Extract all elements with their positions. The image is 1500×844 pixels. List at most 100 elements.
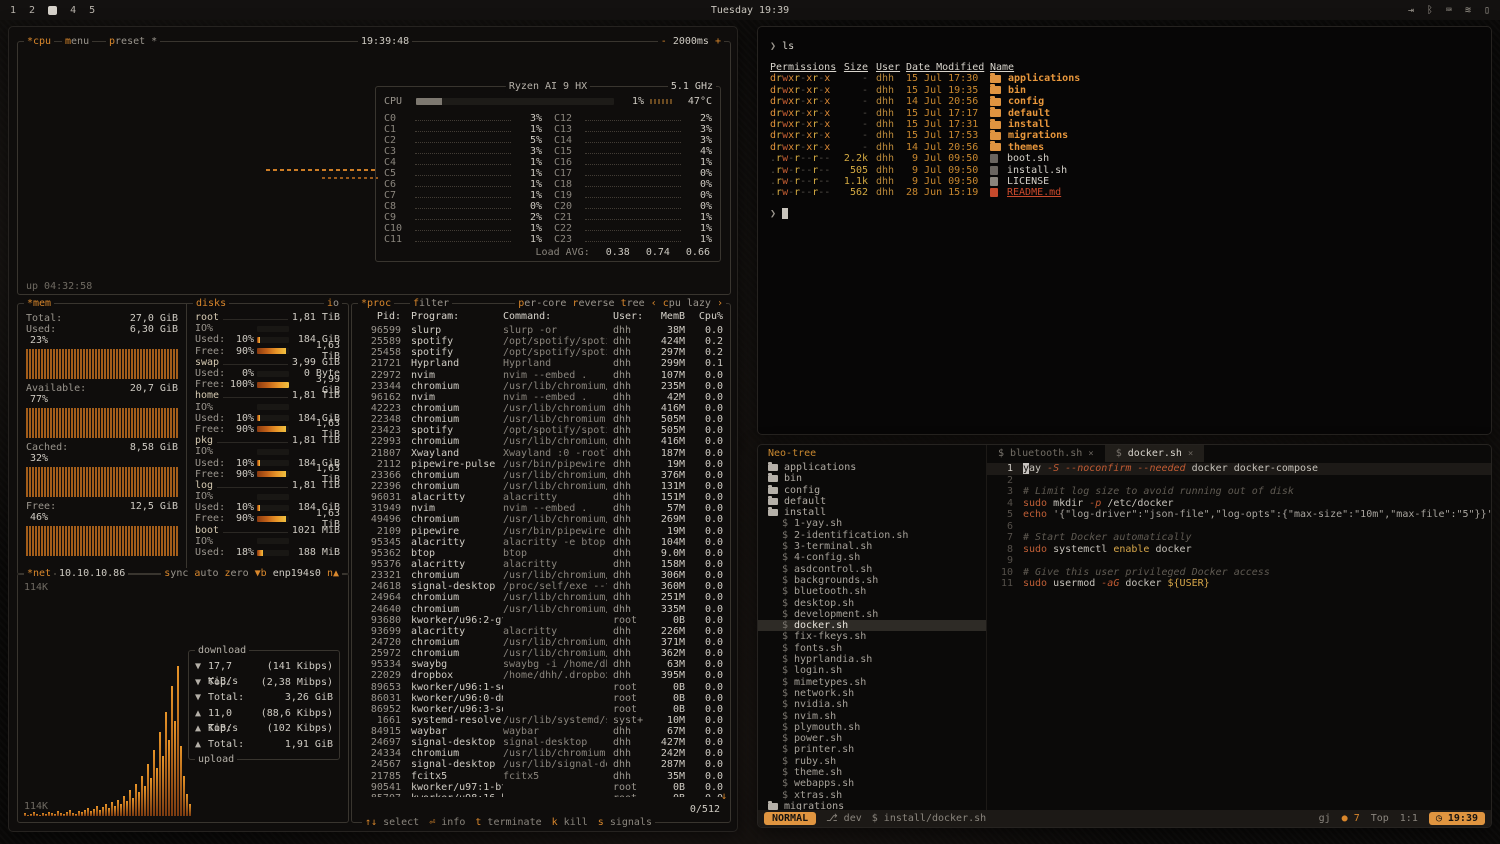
process-row[interactable]: 96162nvimnvim --embed .dhh42M0.0 [361, 392, 721, 403]
tab-close-icon[interactable]: × [1088, 449, 1093, 459]
neotree-file-asdcontrol.sh[interactable]: $asdcontrol.sh [758, 564, 986, 575]
neotree-file-plymouth.sh[interactable]: $plymouth.sh [758, 722, 986, 733]
process-row[interactable]: 95334swaybgswaybg -i /home/dhdhh63M0.0 [361, 659, 721, 670]
code-line[interactable]: 7# Start Docker automatically [987, 532, 1491, 544]
process-row[interactable]: 86952kworker/u96:3-sdroot0B0.0 [361, 704, 721, 715]
process-row[interactable]: 90541kworker/u97:1-btroot0B0.0 [361, 782, 721, 793]
process-row[interactable]: 31949nvimnvim --embed .dhh57M0.0 [361, 503, 721, 514]
proc-signals-button[interactable]: s signals [598, 817, 652, 828]
process-row[interactable]: 23366chromium/usr/lib/chromium/dhh376M0.… [361, 470, 721, 481]
neotree-file-webapps.sh[interactable]: $webapps.sh [758, 778, 986, 789]
process-row[interactable]: 25589spotify/opt/spotify/spotidhh424M0.2 [361, 336, 721, 347]
proc-col-Command[interactable]: Command: [503, 311, 607, 323]
neotree-file-fix-fkeys.sh[interactable]: $fix-fkeys.sh [758, 631, 986, 642]
neotree-file-xtras.sh[interactable]: $xtras.sh [758, 790, 986, 801]
workspace-2[interactable]: 2 [29, 5, 35, 16]
proc-col-MemB[interactable]: MemB [647, 311, 685, 323]
process-row[interactable]: 21785fcitx5fcitx5dhh35M0.0 [361, 771, 721, 782]
neovim-window[interactable]: Neo-tree applicationsbinconfigdefaultins… [757, 444, 1492, 828]
process-row[interactable]: 93680kworker/u96:2-gfroot0B0.0 [361, 615, 721, 626]
code-buffer[interactable]: 1yay -S --noconfirm --needed docker dock… [987, 462, 1491, 810]
process-row[interactable]: 2109pipewire/usr/bin/pipewiredhh19M0.0 [361, 526, 721, 537]
workspace-5[interactable]: 5 [89, 5, 95, 16]
process-row[interactable]: 95362btopbtopdhh9.0M0.0 [361, 548, 721, 559]
code-line[interactable]: 9 [987, 555, 1491, 567]
iface-prev-key[interactable]: b [261, 568, 267, 579]
process-row[interactable]: 85707kworker/u98:16-broot0B0.0 [361, 793, 721, 797]
process-row[interactable]: 25972chromium/usr/lib/chromium/dhh362M0.… [361, 648, 721, 659]
process-row[interactable]: 24334chromium/usr/lib/chromiumdhh242M0.0 [361, 748, 721, 759]
process-row[interactable]: 22396chromium/usr/lib/chromium/dhh131M0.… [361, 481, 721, 492]
neotree-file-backgrounds.sh[interactable]: $backgrounds.sh [758, 575, 986, 586]
neotree-folder-install[interactable]: install [758, 507, 986, 518]
process-row[interactable]: 24720chromium/usr/lib/chromium/dhh371M0.… [361, 637, 721, 648]
proc-option-tree[interactable]: tree [621, 298, 645, 309]
workspace-active[interactable] [48, 6, 57, 15]
workspace-4[interactable]: 4 [70, 5, 76, 16]
proc-col-Program[interactable]: Program: [401, 311, 503, 323]
process-row[interactable]: 86031kworker/u96:0-dmroot0B0.0 [361, 693, 721, 704]
proc-option-per-core[interactable]: per-core [518, 298, 566, 309]
process-row[interactable]: 49496chromium/usr/lib/chromium/dhh269M0.… [361, 514, 721, 525]
neotree-file-power.sh[interactable]: $power.sh [758, 733, 986, 744]
code-line[interactable]: 6 [987, 521, 1491, 533]
process-row[interactable]: 89653kworker/u96:1-sdroot0B0.0 [361, 682, 721, 693]
process-row[interactable]: 23344chromium/usr/lib/chromium/dhh235M0.… [361, 381, 721, 392]
neotree-folder-config[interactable]: config [758, 485, 986, 496]
code-line[interactable]: 2 [987, 475, 1491, 487]
process-row[interactable]: 23423spotify/opt/spotify/spotidhh505M0.0 [361, 425, 721, 436]
neotree-file-login.sh[interactable]: $login.sh [758, 665, 986, 676]
neotree-file-printer.sh[interactable]: $printer.sh [758, 744, 986, 755]
process-row[interactable]: 21807XwaylandXwayland :0 -rootldhh187M0.… [361, 448, 721, 459]
process-row[interactable]: 95345alacrittyalacritty -e btopdhh104M0.… [361, 537, 721, 548]
btop-preset-button[interactable]: preset * [106, 36, 160, 47]
code-line[interactable]: 1yay -S --noconfirm --needed docker dock… [987, 463, 1491, 475]
process-row[interactable]: 22029dropbox/home/dhh/.dropboxdhh395M0.0 [361, 670, 721, 681]
interval-plus-button[interactable]: + [715, 36, 721, 47]
tab-docker.sh[interactable]: $docker.sh× [1105, 445, 1205, 462]
proc-terminate-button[interactable]: t terminate [475, 817, 541, 828]
process-row[interactable]: 93699alacrittyalacrittydhh226M0.0 [361, 626, 721, 637]
proc-sort-field[interactable]: cpu lazy [657, 298, 717, 309]
interval-minus-button[interactable]: - [661, 36, 667, 47]
code-line[interactable]: 5echo '{"log-driver":"json-file","log-op… [987, 509, 1491, 521]
code-line[interactable]: 8sudo systemctl enable docker [987, 544, 1491, 556]
neotree-file-4-config.sh[interactable]: $4-config.sh [758, 552, 986, 563]
process-row[interactable]: 95376alacrittyalacrittydhh158M0.0 [361, 559, 721, 570]
process-row[interactable]: 42223chromium/usr/lib/chromium .dhh416M0… [361, 403, 721, 414]
keyboard-icon[interactable]: ⌨ [1446, 5, 1452, 16]
logout-icon[interactable]: ⇥ [1408, 5, 1414, 16]
neotree-folder-bin[interactable]: bin [758, 473, 986, 484]
neotree-file-hyprlandia.sh[interactable]: $hyprlandia.sh [758, 654, 986, 665]
process-row[interactable]: 24640chromium/usr/lib/chromium/dhh335M0.… [361, 604, 721, 615]
process-row[interactable]: 22348chromium/usr/lib/chromium .dhh505M0… [361, 414, 721, 425]
terminal-window[interactable]: ❯ ls PermissionsSizeUserDate ModifiedNam… [757, 26, 1492, 435]
process-row[interactable]: 22993chromium/usr/lib/chromium/dhh416M0.… [361, 436, 721, 447]
neotree-file-network.sh[interactable]: $network.sh [758, 688, 986, 699]
process-row[interactable]: 24618signal-desktop/proc/self/exe --tdhh… [361, 581, 721, 592]
scroll-down-icon[interactable]: ↓ [721, 791, 727, 802]
process-row[interactable]: 84915waybarwaybardhh67M0.0 [361, 726, 721, 737]
proc-kill-button[interactable]: k kill [552, 817, 588, 828]
process-row[interactable]: 24697signal-desktopsignal-desktopdhh427M… [361, 737, 721, 748]
bluetooth-icon[interactable]: ᛒ [1427, 5, 1433, 16]
neotree-file-mimetypes.sh[interactable]: $mimetypes.sh [758, 677, 986, 688]
neotree-file-desktop.sh[interactable]: $desktop.sh [758, 598, 986, 609]
neotree-folder-applications[interactable]: applications [758, 462, 986, 473]
proc-col-Cpu%[interactable]: Cpu% [685, 311, 723, 323]
neotree-file-theme.sh[interactable]: $theme.sh [758, 767, 986, 778]
neotree-file-fonts.sh[interactable]: $fonts.sh [758, 643, 986, 654]
neotree-file-3-terminal.sh[interactable]: $3-terminal.sh [758, 541, 986, 552]
proc-col-User[interactable]: User: [607, 311, 647, 323]
process-row[interactable]: 23321chromium/usr/lib/chromium/dhh306M0.… [361, 570, 721, 581]
tab-close-icon[interactable]: × [1188, 449, 1193, 459]
process-row[interactable]: 24964chromium/usr/lib/chromium/dhh251M0.… [361, 592, 721, 603]
process-row[interactable]: 25458spotify/opt/spotify/spotidhh297M0.2 [361, 347, 721, 358]
neotree-file-2-identification.sh[interactable]: $2-identification.sh [758, 530, 986, 541]
process-row[interactable]: 96599slurpslurp -ordhh38M0.0 [361, 325, 721, 336]
neotree-file-bluetooth.sh[interactable]: $bluetooth.sh [758, 586, 986, 597]
code-line[interactable]: 10# Give this user privileged Docker acc… [987, 567, 1491, 579]
process-row[interactable]: 1661systemd-resolve/usr/lib/systemd/ssys… [361, 715, 721, 726]
neotree-file-nvim.sh[interactable]: $nvim.sh [758, 711, 986, 722]
code-line[interactable]: 4sudo mkdir -p /etc/docker [987, 498, 1491, 510]
